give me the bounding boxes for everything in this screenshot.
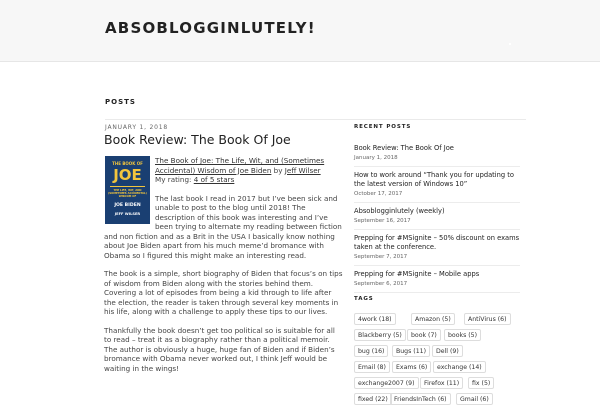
recent-post-item: How to work around “Thank you for updati…: [354, 171, 520, 203]
recent-post-link[interactable]: Prepping for #MSignite – Mobile apps: [354, 270, 520, 279]
recent-post-date: October 17, 2017: [354, 191, 403, 197]
recent-post-date: September 16, 2017: [354, 218, 411, 224]
site-title[interactable]: ABSOBLOGGINLUTELY!: [105, 19, 316, 37]
divider: [105, 119, 526, 120]
post-paragraph: The book is a simple, short biography of…: [104, 269, 343, 316]
tag-email[interactable]: Email (8): [354, 361, 390, 373]
tag-book[interactable]: book (7): [407, 329, 441, 341]
recent-post-item: Absoblogginlutely (weekly) September 16,…: [354, 207, 520, 230]
rating-link[interactable]: 4 of 5 stars: [194, 175, 235, 184]
tag-firefox[interactable]: Firefox (11): [420, 377, 464, 389]
tag-exchange2007[interactable]: exchange2007 (9): [354, 377, 419, 389]
tag-blackberry[interactable]: Blackberry (5): [354, 329, 406, 341]
recent-post-link[interactable]: Prepping for #MSignite – 50% discount on…: [354, 234, 520, 252]
rating-label: My rating:: [155, 175, 194, 184]
tag-bug[interactable]: bug (16): [354, 345, 389, 357]
tag-fixed[interactable]: fixed (22): [354, 393, 392, 405]
post-paragraph: Thankfully the book doesn’t get too poli…: [104, 325, 335, 373]
tag-fix[interactable]: fix (5): [468, 377, 495, 389]
cover-float-spacer: [104, 156, 155, 226]
post-date[interactable]: JANUARY 1, 2018: [105, 124, 168, 131]
recent-post-link[interactable]: How to work around “Thank you for updati…: [354, 171, 520, 189]
tag-bugs[interactable]: Bugs (11): [392, 345, 430, 357]
post-title[interactable]: Book Review: The Book Of Joe: [104, 132, 291, 147]
recent-post-item: Prepping for #MSignite – 50% discount on…: [354, 234, 520, 266]
tag-exchange[interactable]: exchange (14): [433, 361, 486, 373]
recent-post-date: September 7, 2017: [354, 254, 408, 260]
recent-post-item: Prepping for #MSignite – Mobile apps Sep…: [354, 270, 520, 293]
page-heading: POSTS: [105, 98, 136, 106]
post-content: The Book of Joe: The Life, Wit, and (Som…: [104, 156, 344, 382]
tag-books[interactable]: books (5): [444, 329, 482, 341]
tag-exams[interactable]: Exams (6): [392, 361, 432, 373]
recent-posts-heading: RECENT POSTS: [354, 124, 412, 130]
author-link[interactable]: Jeff Wilser: [285, 166, 321, 175]
recent-post-item: Book Review: The Book Of Joe January 1, …: [354, 144, 520, 167]
recent-post-link[interactable]: Book Review: The Book Of Joe: [354, 144, 520, 153]
by-text: by: [271, 165, 285, 175]
recent-post-link[interactable]: Absoblogginlutely (weekly): [354, 207, 520, 216]
recent-post-date: January 1, 2018: [354, 155, 398, 161]
tag-4work[interactable]: 4work (18): [354, 313, 396, 325]
tag-dell[interactable]: Dell (9): [432, 345, 463, 357]
tag-antivirus[interactable]: AntiVirus (6): [464, 313, 511, 325]
tags-heading: TAGS: [354, 296, 374, 302]
site-header: ABSOBLOGGINLUTELY!: [0, 0, 600, 62]
recent-post-date: September 6, 2017: [354, 281, 408, 287]
tag-amazon[interactable]: Amazon (5): [411, 313, 455, 325]
tag-gmail[interactable]: Gmail (6): [456, 393, 493, 405]
header-dot: [509, 43, 511, 45]
recent-posts-list: Book Review: The Book Of Joe January 1, …: [354, 144, 520, 297]
tag-friendsintech[interactable]: FriendsInTech (6): [390, 393, 451, 405]
